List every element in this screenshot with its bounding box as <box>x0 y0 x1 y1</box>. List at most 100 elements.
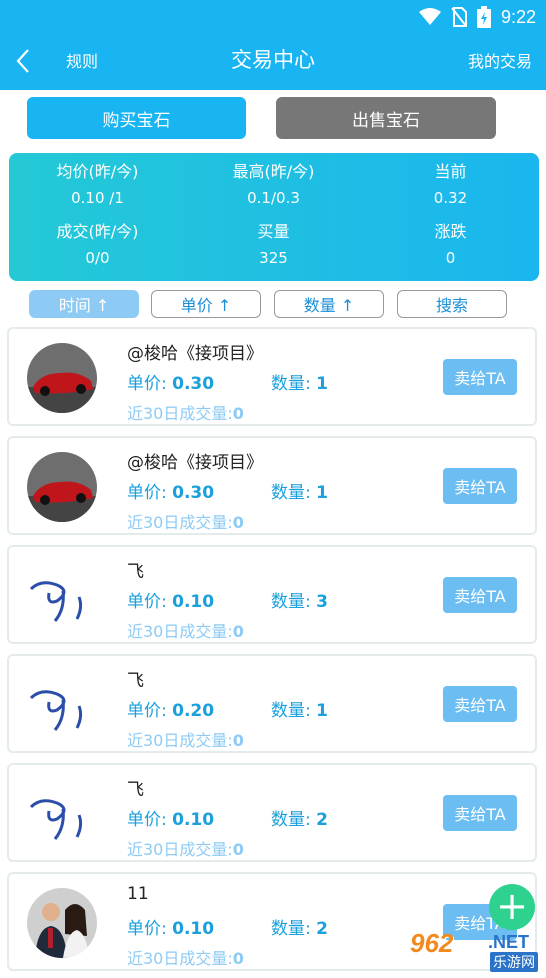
avatar <box>27 343 97 413</box>
status-bar: 9:22 <box>0 0 546 32</box>
unit-price-label: 单价: <box>127 919 173 939</box>
stat-current-label: 当前 <box>434 162 467 181</box>
seller-name: 11 <box>127 884 149 904</box>
quantity-value: 1 <box>316 483 328 503</box>
sell-to-user-button[interactable]: 卖给TA <box>443 359 517 395</box>
list-item: 飞 单价: 0.20 数量: 1 近30日成交量:0 卖给TA <box>7 654 537 753</box>
market-stats-panel: 均价(昨/今) 0.10 /1 最高(昨/今) 0.1/0.3 当前 0.32 … <box>9 153 539 281</box>
unit-price-value: 0.10 <box>172 919 215 939</box>
trade-tabs: 购买宝石 出售宝石 <box>0 97 546 141</box>
stat-average: 均价(昨/今) 0.10 /1 <box>9 159 186 211</box>
recent-volume-label: 近30日成交量: <box>127 404 233 423</box>
unit-price-label: 单价: <box>127 592 173 612</box>
quantity-label: 数量: <box>271 592 317 612</box>
sell-to-user-button[interactable]: 卖给TA <box>443 468 517 504</box>
car-avatar-icon <box>27 343 97 413</box>
stat-deal-value: 0/0 <box>85 249 110 267</box>
sell-to-user-button[interactable]: 卖给TA <box>443 577 517 613</box>
recent-volume: 近30日成交量:0 <box>127 945 244 969</box>
unit-price-value: 0.20 <box>172 701 215 721</box>
stat-buy-volume: 买量 325 <box>185 219 362 271</box>
stat-high-label: 最高(昨/今) <box>232 162 315 181</box>
car-avatar-icon <box>27 452 97 522</box>
list-item: 飞 单价: 0.10 数量: 3 近30日成交量:0 卖给TA <box>7 545 537 644</box>
avatar <box>27 888 97 958</box>
recent-volume-label: 近30日成交量: <box>127 622 233 641</box>
recent-volume-value: 0 <box>232 731 244 750</box>
stat-current: 当前 0.32 <box>362 159 539 211</box>
seller-name: 飞 <box>127 780 144 800</box>
quantity: 数量: 3 <box>271 587 328 612</box>
seller-name: 飞 <box>127 562 144 582</box>
unit-price-value: 0.30 <box>172 483 215 503</box>
watermark-number: 962 <box>410 928 454 958</box>
quantity: 数量: 2 <box>271 805 328 830</box>
unit-price: 单价: 0.20 <box>127 696 214 721</box>
unit-price: 单价: 0.10 <box>127 805 214 830</box>
quantity-label: 数量: <box>271 374 317 394</box>
unit-price: 单价: 0.10 <box>127 914 214 939</box>
avatar <box>27 452 97 522</box>
people-avatar-icon <box>27 888 97 958</box>
stat-buy-volume-label: 买量 <box>257 222 290 241</box>
quantity-label: 数量: <box>271 701 317 721</box>
recent-volume-label: 近30日成交量: <box>127 840 233 859</box>
wifi-icon <box>418 8 441 25</box>
sort-by-time-button[interactable]: 时间 ↑ <box>29 290 139 318</box>
unit-price: 单价: 0.30 <box>127 369 214 394</box>
recent-volume-value: 0 <box>232 840 244 859</box>
site-watermark: 962 .NET 乐游网 <box>410 928 542 974</box>
recent-volume-label: 近30日成交量: <box>127 949 233 968</box>
unit-price-label: 单价: <box>127 374 173 394</box>
sort-by-price-button[interactable]: 单价 ↑ <box>151 290 261 318</box>
avatar <box>27 670 97 740</box>
stat-current-value: 0.32 <box>433 189 468 207</box>
unit-price: 单价: 0.30 <box>127 478 214 503</box>
stat-buy-volume-value: 325 <box>259 249 288 267</box>
scribble-avatar-icon <box>27 561 97 631</box>
seller-name: @梭哈《接项目》 <box>127 453 263 473</box>
seller-name: @梭哈《接项目》 <box>127 344 263 364</box>
quantity-value: 1 <box>316 374 328 394</box>
quantity: 数量: 2 <box>271 914 328 939</box>
scribble-avatar-icon <box>27 670 97 740</box>
stat-high-value: 0.1/0.3 <box>247 189 300 207</box>
tab-buy-gems[interactable]: 购买宝石 <box>27 97 246 139</box>
my-trades-link[interactable]: 我的交易 <box>468 48 532 72</box>
sell-to-user-button[interactable]: 卖给TA <box>443 795 517 831</box>
no-sim-icon <box>451 7 467 27</box>
scribble-avatar-icon <box>27 779 97 849</box>
stat-change: 涨跌 0 <box>362 219 539 271</box>
search-button[interactable]: 搜索 <box>397 290 507 318</box>
watermark-site-name: 乐游网 <box>490 952 538 972</box>
nav-bar: 规则 交易中心 我的交易 <box>0 36 546 84</box>
quantity-label: 数量: <box>271 483 317 503</box>
stat-average-label: 均价(昨/今) <box>56 162 139 181</box>
unit-price: 单价: 0.10 <box>127 587 214 612</box>
seller-name: 飞 <box>127 671 144 691</box>
plus-icon: + <box>496 884 528 928</box>
avatar <box>27 779 97 849</box>
unit-price-value: 0.10 <box>172 592 215 612</box>
stat-high: 最高(昨/今) 0.1/0.3 <box>185 159 362 211</box>
recent-volume-value: 0 <box>232 513 244 532</box>
recent-volume-value: 0 <box>232 622 244 641</box>
list-item: 飞 单价: 0.10 数量: 2 近30日成交量:0 卖给TA <box>7 763 537 862</box>
recent-volume-label: 近30日成交量: <box>127 513 233 532</box>
unit-price-value: 0.30 <box>172 374 215 394</box>
sell-to-user-button[interactable]: 卖给TA <box>443 686 517 722</box>
tab-sell-gems[interactable]: 出售宝石 <box>276 97 496 139</box>
stat-deal: 成交(昨/今) 0/0 <box>9 219 186 271</box>
quantity: 数量: 1 <box>271 478 328 503</box>
quantity-value: 3 <box>316 592 328 612</box>
recent-volume-value: 0 <box>232 404 244 423</box>
recent-volume: 近30日成交量:0 <box>127 836 244 860</box>
recent-volume-label: 近30日成交量: <box>127 731 233 750</box>
unit-price-label: 单价: <box>127 483 173 503</box>
quantity-label: 数量: <box>271 810 317 830</box>
quantity: 数量: 1 <box>271 369 328 394</box>
stat-change-value: 0 <box>445 249 456 267</box>
recent-volume-value: 0 <box>232 949 244 968</box>
sort-by-quantity-button[interactable]: 数量 ↑ <box>274 290 384 318</box>
add-order-button[interactable]: + <box>489 884 535 930</box>
